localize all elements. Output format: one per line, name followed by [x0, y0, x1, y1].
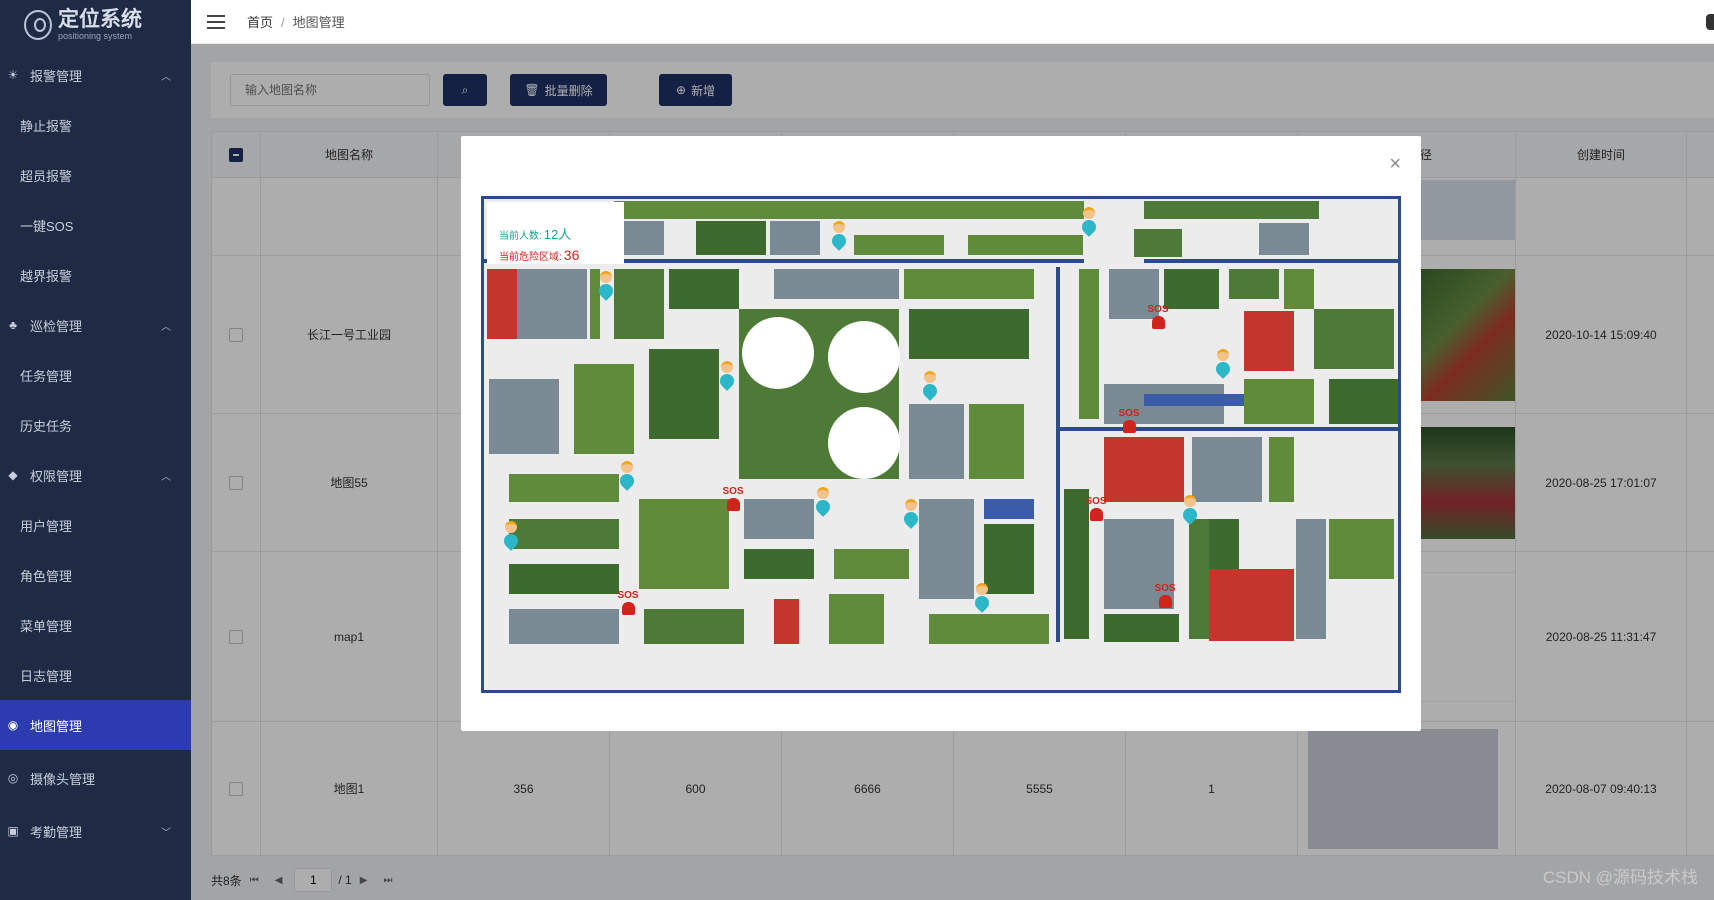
tank-icon	[742, 317, 814, 389]
menu-group-label: 巡检管理	[30, 318, 83, 334]
sidebar: 定位系统 positioning system ☀ 报警管理 ︿ 静止报警 超员…	[0, 0, 191, 900]
alarm-light-icon	[621, 602, 635, 615]
worker-marker[interactable]	[901, 499, 921, 531]
logo: 定位系统 positioning system	[0, 0, 191, 50]
worker-marker[interactable]	[920, 371, 940, 403]
alarm-icon: ☀	[7, 68, 19, 82]
alarm-light-icon	[1089, 508, 1103, 521]
menu-group-permission[interactable]: ◆ 权限管理 ︿	[0, 450, 191, 500]
chevron-down-icon: ﹀	[161, 828, 171, 839]
menu-group-map[interactable]: ◉ 地图管理	[0, 700, 191, 750]
danger-value: 36	[563, 247, 580, 263]
menu-item-user[interactable]: 用户管理	[0, 500, 191, 550]
sos-label: SOS	[722, 486, 744, 497]
alarm-light-icon	[1151, 316, 1165, 329]
user-icon[interactable]	[1706, 14, 1714, 30]
chevron-up-icon: ︿	[161, 472, 171, 483]
people-value: 12人	[543, 227, 572, 242]
sos-label: SOS	[1085, 496, 1107, 507]
shield-icon: ◆	[8, 468, 18, 482]
map-preview-modal: × 当前人数: 12人 当前危险区域: 36 SOS SOS SOS SOS S…	[461, 136, 1421, 731]
sos-marker[interactable]: SOS	[1117, 409, 1141, 435]
sos-marker[interactable]: SOS	[616, 591, 640, 617]
close-icon[interactable]: ×	[1389, 154, 1401, 174]
menu-item-overcrowd-alarm[interactable]: 超员报警	[0, 150, 191, 200]
breadcrumb-home[interactable]: 首页	[247, 15, 273, 30]
tank-icon	[828, 407, 900, 479]
people-label: 当前人数:	[499, 231, 542, 242]
sos-marker[interactable]: SOS	[1084, 497, 1108, 523]
app-title: 定位系统	[58, 8, 142, 31]
camera-icon: ◎	[7, 771, 19, 785]
worker-marker[interactable]	[1180, 495, 1200, 527]
worker-marker[interactable]	[813, 487, 833, 519]
app-subtitle: positioning system	[58, 31, 133, 41]
breadcrumb-current: 地图管理	[292, 15, 345, 30]
sos-label: SOS	[1147, 304, 1169, 315]
sos-marker[interactable]: SOS	[1146, 305, 1170, 331]
menu-group-label: 地图管理	[30, 718, 83, 734]
worker-marker[interactable]	[1079, 207, 1099, 239]
header: 首页 / 地图管理	[191, 0, 1714, 44]
chevron-up-icon: ︿	[161, 72, 171, 83]
sos-label: SOS	[1118, 408, 1140, 419]
menu-item-log[interactable]: 日志管理	[0, 650, 191, 700]
sos-label: SOS	[1154, 583, 1176, 594]
menu-group-patrol[interactable]: ♣ 巡检管理 ︿	[0, 300, 191, 350]
alarm-light-icon	[1158, 595, 1172, 608]
danger-label: 当前危险区域:	[499, 252, 562, 263]
stats-panel: 当前人数: 12人 当前危险区域: 36	[487, 202, 624, 264]
sos-label: SOS	[617, 590, 639, 601]
menu-item-static-alarm[interactable]: 静止报警	[0, 100, 191, 150]
menu-group-label: 报警管理	[30, 68, 83, 84]
sos-marker[interactable]: SOS	[1153, 584, 1177, 610]
worker-marker[interactable]	[717, 361, 737, 393]
menu-group-alarm[interactable]: ☀ 报警管理 ︿	[0, 50, 191, 100]
people-count: 当前人数: 12人	[499, 224, 624, 243]
menu-item-sos[interactable]: 一键SOS	[0, 200, 191, 250]
map-canvas: 当前人数: 12人 当前危险区域: 36 SOS SOS SOS SOS SOS S…	[481, 196, 1401, 693]
menu-group-label: 权限管理	[30, 468, 83, 484]
alarm-light-icon	[1122, 420, 1136, 433]
logo-icon	[24, 10, 52, 40]
watermark: CSDN @源码技术栈	[1542, 868, 1698, 887]
menu-item-boundary-alarm[interactable]: 越界报警	[0, 250, 191, 300]
worker-marker[interactable]	[829, 221, 849, 253]
sos-marker[interactable]: SOS	[721, 487, 745, 513]
danger-count: 当前危险区域: 36	[499, 247, 624, 263]
tank-icon	[828, 321, 900, 393]
chevron-up-icon: ︿	[161, 322, 171, 333]
worker-marker[interactable]	[1213, 349, 1233, 381]
worker-marker[interactable]	[617, 461, 637, 493]
menu-item-menu[interactable]: 菜单管理	[0, 600, 191, 650]
menu-group-camera[interactable]: ◎ 摄像头管理	[0, 750, 191, 806]
attendance-icon: ▣	[7, 824, 19, 838]
menu-group-label: 考勤管理	[30, 824, 83, 840]
alarm-light-icon	[726, 498, 740, 511]
patrol-icon: ♣	[9, 318, 17, 332]
menu-item-role[interactable]: 角色管理	[0, 550, 191, 600]
menu-group-attendance[interactable]: ▣ 考勤管理 ﹀	[0, 806, 191, 856]
worker-marker[interactable]	[501, 521, 521, 553]
menu-group-label: 摄像头管理	[30, 771, 96, 787]
menu-toggle-icon[interactable]	[207, 14, 225, 29]
menu-item-history-task[interactable]: 历史任务	[0, 400, 191, 450]
map-icon: ◉	[7, 718, 19, 732]
menu-item-task[interactable]: 任务管理	[0, 350, 191, 400]
breadcrumb: 首页 / 地图管理	[247, 15, 345, 30]
worker-marker[interactable]	[972, 583, 992, 615]
worker-marker[interactable]	[596, 271, 616, 303]
